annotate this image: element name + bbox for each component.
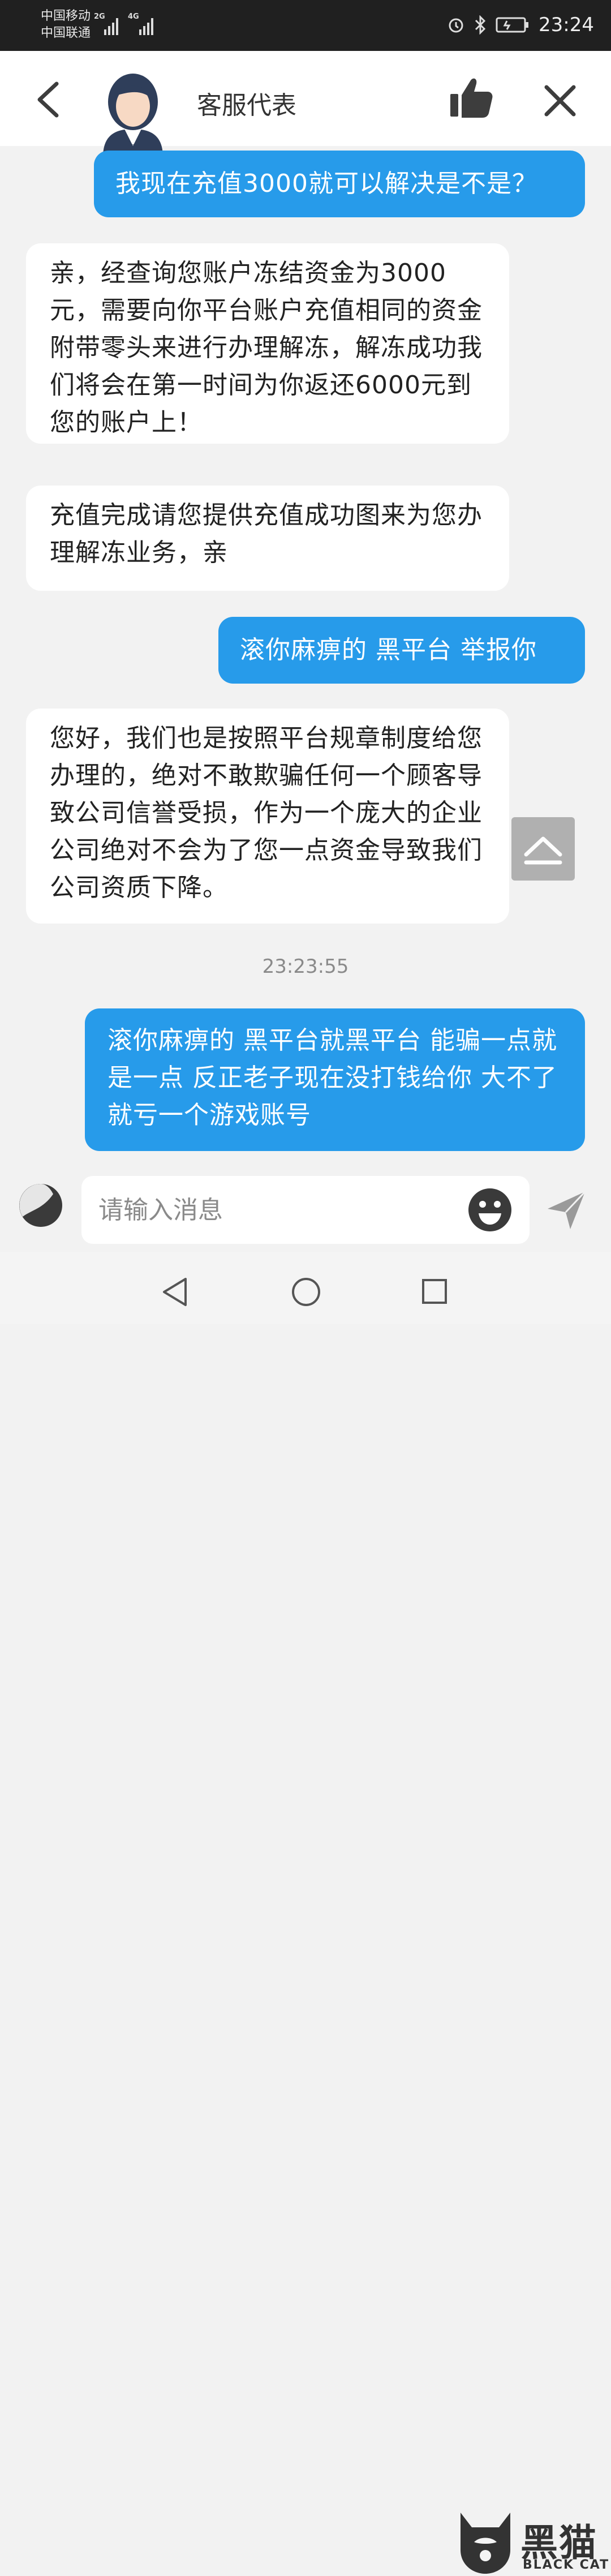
chat-header: 客服代表 xyxy=(0,51,611,157)
carrier-1: 中国移动 xyxy=(41,9,91,23)
close-icon[interactable] xyxy=(542,83,578,119)
signal-bars-icon xyxy=(104,14,118,35)
page-title: 客服代表 xyxy=(197,91,296,120)
scroll-to-top-button[interactable] xyxy=(511,817,575,881)
cat-logo-icon xyxy=(461,2513,510,2574)
emoji-icon[interactable] xyxy=(467,1187,513,1233)
back-arrow-icon[interactable] xyxy=(33,78,72,121)
message-outgoing: 滚你麻痹的 黑平台就黑平台 能骗一点就是一点 反正老子现在没打钱给你 大不了就亏… xyxy=(85,1008,585,1151)
signal-bars-icon-2 xyxy=(139,14,153,35)
message-outgoing: 滚你麻痹的 黑平台 举报你 xyxy=(218,617,585,684)
alarm-icon xyxy=(449,18,463,33)
agent-avatar xyxy=(103,74,163,157)
mode-toggle-icon[interactable] xyxy=(18,1183,63,1228)
message-outgoing: 我现在充值3000就可以解决是不是？ xyxy=(94,151,585,217)
thumbs-up-icon[interactable] xyxy=(448,76,493,119)
network-2g-label: 2G xyxy=(94,12,105,21)
bluetooth-icon xyxy=(475,15,486,35)
network-4g-label: 4G xyxy=(128,12,139,21)
send-icon[interactable] xyxy=(545,1190,587,1231)
message-input[interactable] xyxy=(81,1176,530,1244)
message-incoming: 充值完成请您提供充值成功图来为您办理解冻业务，亲 xyxy=(26,486,509,591)
status-time: 23:24 xyxy=(539,14,594,36)
watermark-logo: 黑猫 BLACK CAT xyxy=(457,2510,611,2576)
carrier-labels: 中国移动 中国联通 xyxy=(41,8,91,42)
message-incoming: 亲，经查询您账户冻结资金为3000元，需要向你平台账户充值相同的资金附带零头来进… xyxy=(26,243,509,444)
chevron-up-icon xyxy=(524,836,562,865)
input-bar xyxy=(0,1165,611,1244)
nav-recents-icon[interactable] xyxy=(421,1278,448,1305)
battery-icon xyxy=(496,17,529,33)
nav-back-icon[interactable] xyxy=(161,1277,189,1307)
carrier-2: 中国联通 xyxy=(41,26,91,40)
nav-home-icon[interactable] xyxy=(291,1277,321,1307)
message-list: 我现在充值3000就可以解决是不是？ 亲，经查询您账户冻结资金为3000元，需要… xyxy=(0,146,611,1165)
message-timestamp: 23:23:55 xyxy=(262,955,349,978)
status-bar: 中国移动 中国联通 2G 4G 23:24 xyxy=(0,0,611,51)
watermark-subtext: BLACK CAT xyxy=(523,2558,610,2572)
message-incoming: 您好，我们也是按照平台规章制度给您办理的，绝对不敢欺骗任何一个顾客导致公司信誉受… xyxy=(26,709,509,924)
system-nav-bar: 黑猫 BLACK CAT xyxy=(0,1252,611,2574)
